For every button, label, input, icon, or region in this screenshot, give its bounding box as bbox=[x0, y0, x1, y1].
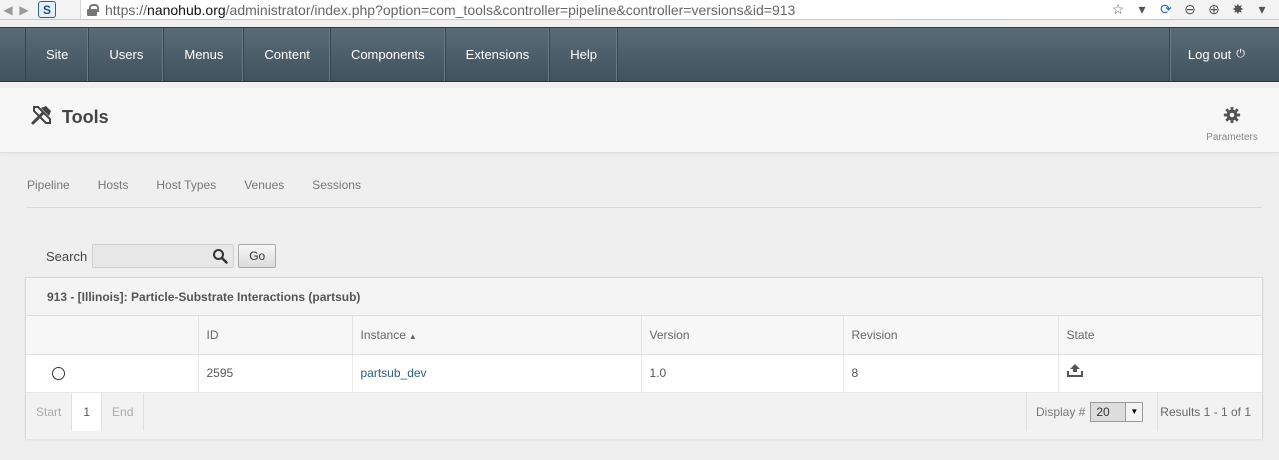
menu-arrow-icon[interactable]: ▾ bbox=[1253, 1, 1271, 18]
admin-menu: Site Users Menus Content Components Exte… bbox=[0, 27, 1279, 82]
gear-icon bbox=[1223, 106, 1241, 124]
search-bar: Search Go bbox=[46, 244, 277, 268]
lock-icon bbox=[87, 3, 99, 16]
zoom-out-icon[interactable]: ⊖ bbox=[1181, 1, 1199, 18]
display-label: Display # bbox=[1036, 404, 1086, 419]
menu-item-menus[interactable]: Menus bbox=[164, 28, 245, 81]
pagination-footer: Start 1 End Display # 20 ▼ Results 1 - 1… bbox=[26, 392, 1262, 439]
go-button[interactable]: Go bbox=[238, 244, 277, 268]
cell-revision: 8 bbox=[843, 354, 1059, 393]
reload-icon[interactable]: ⟳ bbox=[1157, 1, 1175, 18]
back-arrow-icon[interactable]: ◀ bbox=[0, 1, 16, 19]
sort-ascending-icon: ▲ bbox=[408, 331, 417, 341]
parameters-button[interactable]: Parameters bbox=[1204, 106, 1260, 143]
cell-state bbox=[1058, 354, 1262, 393]
address-bar[interactable]: https://nanohub.org/administrator/index.… bbox=[80, 0, 1170, 19]
power-icon: ⏻ bbox=[1236, 48, 1245, 60]
menu-item-users[interactable]: Users bbox=[89, 28, 165, 81]
pagination-start: Start bbox=[26, 392, 73, 431]
versions-table: ID Instance ▲ Version Revision State 2595… bbox=[26, 316, 1262, 393]
menu-item-site[interactable]: Site bbox=[25, 28, 90, 81]
column-header-select bbox=[26, 316, 199, 355]
column-header-instance[interactable]: Instance ▲ bbox=[352, 316, 642, 355]
instance-link[interactable]: partsub_dev bbox=[361, 366, 427, 380]
pagination-page-1[interactable]: 1 bbox=[72, 392, 103, 431]
dropdown-arrow-icon[interactable]: ▾ bbox=[1133, 1, 1151, 18]
submenu-venues[interactable]: Venues bbox=[244, 176, 284, 207]
menu-item-components[interactable]: Components bbox=[331, 28, 446, 81]
row-radio[interactable] bbox=[52, 367, 65, 380]
submenu-host-types[interactable]: Host Types bbox=[156, 176, 216, 207]
site-identity-icon[interactable]: S bbox=[38, 1, 56, 18]
logout-label: Log out bbox=[1187, 47, 1232, 62]
versions-panel: 913 - [Illinois]: Particle-Substrate Int… bbox=[25, 277, 1263, 439]
page-title: Tools bbox=[62, 107, 109, 127]
extension-icon[interactable]: ✸ bbox=[1229, 1, 1247, 18]
toolbar-header: Tools Parameters bbox=[0, 88, 1279, 153]
search-icon[interactable] bbox=[212, 248, 228, 264]
browser-tools: ☆ ▾ ⟳ ⊖ ⊕ ✸ ▾ bbox=[1109, 0, 1279, 19]
menu-item-content[interactable]: Content bbox=[244, 28, 331, 81]
column-header-version[interactable]: Version bbox=[641, 316, 844, 355]
search-label: Search bbox=[46, 248, 88, 264]
upload-icon[interactable] bbox=[1066, 363, 1083, 377]
table-caption: 913 - [Illinois]: Particle-Substrate Int… bbox=[26, 278, 1262, 316]
display-limit: Display # 20 ▼ bbox=[1026, 392, 1158, 431]
cell-version: 1.0 bbox=[641, 354, 844, 393]
tools-icon bbox=[31, 106, 51, 125]
results-counter: Results 1 - 1 of 1 bbox=[1160, 404, 1251, 419]
zoom-in-icon[interactable]: ⊕ bbox=[1205, 1, 1223, 18]
table-row: 2595 partsub_dev 1.0 8 bbox=[26, 354, 1262, 393]
submenu: Pipeline Hosts Host Types Venues Session… bbox=[27, 176, 1262, 208]
browser-toolbar: ◀ ▶ S https://nanohub.org/administrator/… bbox=[0, 0, 1279, 20]
logout-button[interactable]: Log out ⏻ bbox=[1168, 28, 1267, 81]
menu-item-help[interactable]: Help bbox=[550, 28, 618, 81]
row-select-cell bbox=[26, 354, 199, 393]
pagination: Start 1 End bbox=[26, 392, 145, 431]
menu-item-extensions[interactable]: Extensions bbox=[446, 28, 551, 81]
chevron-down-icon[interactable]: ▼ bbox=[1125, 402, 1143, 421]
display-limit-select[interactable]: 20 ▼ bbox=[1090, 401, 1144, 422]
submenu-pipeline[interactable]: Pipeline bbox=[27, 176, 70, 207]
url-text: https://nanohub.org/administrator/index.… bbox=[105, 1, 796, 18]
column-header-id[interactable]: ID bbox=[198, 316, 353, 355]
column-header-state[interactable]: State bbox=[1058, 316, 1262, 355]
search-input[interactable] bbox=[93, 245, 212, 267]
search-field-wrapper bbox=[92, 244, 235, 268]
pagination-end: End bbox=[102, 392, 145, 431]
submenu-sessions[interactable]: Sessions bbox=[312, 176, 361, 207]
bookmark-star-icon[interactable]: ☆ bbox=[1109, 1, 1127, 18]
cell-id: 2595 bbox=[198, 354, 353, 393]
cell-instance: partsub_dev bbox=[352, 354, 642, 393]
forward-arrow-icon[interactable]: ▶ bbox=[16, 1, 32, 19]
parameters-label: Parameters bbox=[1206, 132, 1258, 143]
submenu-hosts[interactable]: Hosts bbox=[98, 176, 129, 207]
display-limit-value: 20 bbox=[1096, 404, 1110, 419]
column-header-revision[interactable]: Revision bbox=[843, 316, 1059, 355]
